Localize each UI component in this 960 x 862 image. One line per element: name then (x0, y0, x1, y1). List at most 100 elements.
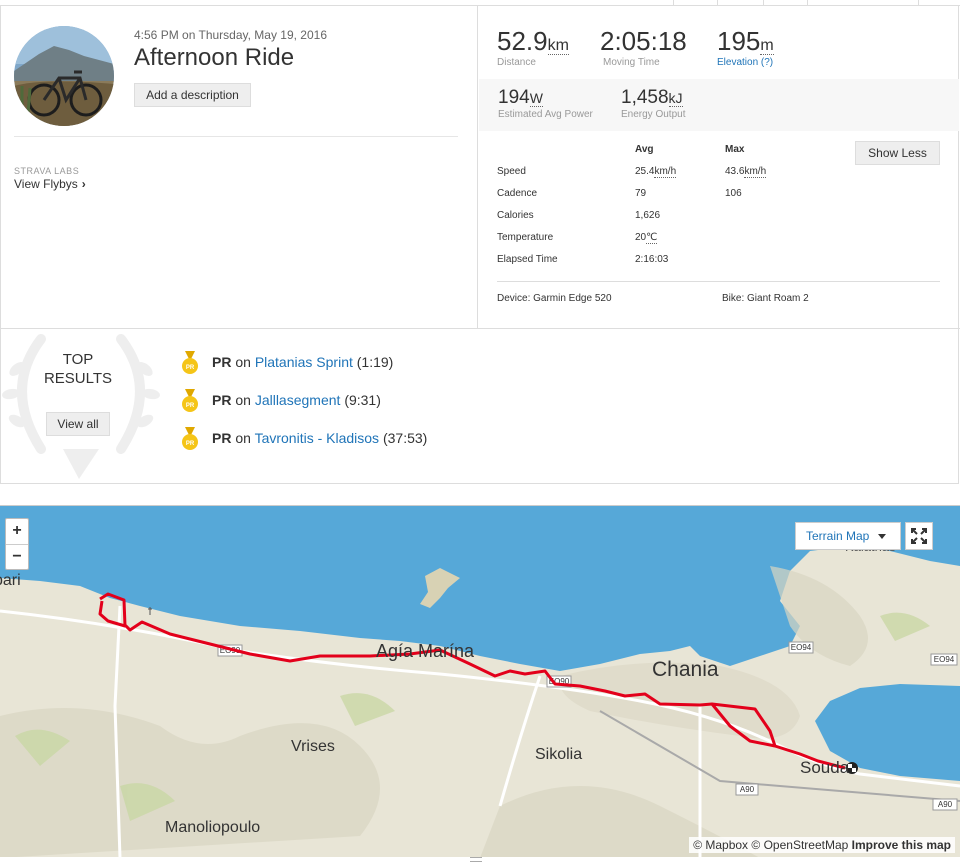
expand-icon (911, 528, 927, 544)
top-results-line2: RESULTS (43, 370, 113, 387)
pr-medal-icon: PR (182, 427, 198, 450)
fullscreen-button[interactable] (905, 522, 933, 550)
pr-badge: PR (212, 354, 232, 370)
road-badge: A90 (740, 785, 755, 794)
max-header: Max (725, 144, 745, 155)
segment-link[interactable]: Jalllasegment (255, 392, 341, 408)
pr-on: on (235, 354, 251, 370)
map-label: Chania (652, 658, 719, 681)
map-label: Manoliopoulo (165, 819, 261, 836)
elevation-value: 195 (717, 26, 761, 56)
activity-date: 4:56 PM on Thursday, May 19, 2016 (134, 28, 328, 42)
table-row: Cadence 79 106 (497, 188, 937, 202)
pr-badge: PR (212, 392, 232, 408)
device-info: Device: Garmin Edge 520 (497, 293, 612, 304)
road-badge: EO94 (791, 643, 812, 652)
route-map[interactable]: EO90 EO90 EO94 EO94 A90 A90 bari Agía Ma… (0, 505, 960, 857)
segment-link[interactable]: Platanias Sprint (255, 354, 353, 370)
stat-energy: 1,458kJ Energy Output (621, 87, 685, 120)
terrain-map-canvas: EO90 EO90 EO94 EO94 A90 A90 (0, 506, 960, 857)
svg-text:PR: PR (186, 441, 195, 447)
zoom-control: + − (5, 518, 29, 570)
stat-distance: 52.9km Distance (497, 26, 569, 68)
pr-badge: PR (212, 430, 232, 446)
stat-elevation: 195m Elevation (?) (717, 26, 774, 68)
bike-info: Bike: Giant Roam 2 (722, 293, 809, 304)
row-name: Calories (497, 210, 534, 221)
row-avg: 20 (635, 232, 647, 243)
row-avg-unit: km/h (654, 166, 677, 178)
view-flybys-label: View Flybys (14, 177, 78, 191)
row-max: 106 (725, 188, 742, 199)
avg-header: Avg (635, 144, 654, 155)
bike-photo-icon (14, 26, 114, 126)
pr-time: (37:53) (382, 430, 428, 446)
energy-value: 1,458 (621, 87, 669, 108)
row-avg: 1,626 (635, 210, 661, 221)
add-description-button[interactable]: Add a description (134, 83, 251, 107)
svg-text:PR: PR (186, 365, 195, 371)
map-type-dropdown[interactable]: Terrain Map (795, 522, 901, 550)
top-results-heading: TOP RESULTS (23, 350, 133, 388)
map-label: bari (0, 572, 21, 589)
map-label: Souda (800, 758, 850, 777)
pr-on: on (235, 430, 251, 446)
activity-card: 4:56 PM on Thursday, May 19, 2016 Aftern… (0, 6, 960, 484)
power-unit: W (529, 90, 543, 107)
map-attribution: © Mapbox © OpenStreetMap Improve this ma… (689, 837, 955, 853)
zoom-in-button[interactable]: + (6, 519, 28, 544)
chevron-right-icon: › (81, 177, 86, 191)
elevation-unit: m (760, 37, 774, 55)
moving-time-value: 2:05:18 (600, 26, 687, 56)
power-value: 194 (498, 87, 530, 108)
stat-power: 194W Estimated Avg Power (498, 87, 593, 120)
distance-label: Distance (497, 57, 536, 68)
map-resize-handle[interactable] (470, 857, 482, 862)
zoom-out-button[interactable]: − (6, 544, 28, 569)
table-header: Avg Max (497, 144, 937, 158)
divider (497, 281, 940, 282)
top-results-line1: TOP (62, 351, 94, 368)
distance-unit: km (547, 37, 569, 55)
row-avg: 2:16:03 (635, 254, 669, 265)
pr-time: (9:31) (344, 392, 381, 408)
activity-stats: 52.9km Distance 2:05:18 Moving Time 195m… (479, 6, 959, 328)
mapbox-credit-link[interactable]: © Mapbox (693, 838, 748, 852)
pr-medal-icon: PR (182, 351, 198, 374)
moving-time-label: Moving Time (603, 57, 660, 68)
table-row: Temperature 20℃ (497, 232, 937, 246)
pr-on: on (235, 392, 251, 408)
segment-link[interactable]: Tavronitis - Kladisos (255, 430, 380, 446)
pr-time: (1:19) (356, 354, 394, 370)
svg-text:PR: PR (186, 403, 195, 409)
road-badge: A90 (938, 800, 953, 809)
row-max: 43.6 (725, 166, 745, 177)
athlete-avatar[interactable] (14, 26, 114, 126)
improve-map-link[interactable]: Improve this map (852, 838, 951, 852)
view-flybys-link[interactable]: View Flybys › (14, 177, 86, 191)
elevation-help-link[interactable]: Elevation (?) (717, 57, 774, 68)
map-label: Vrises (291, 738, 335, 755)
energy-label: Energy Output (621, 109, 686, 120)
view-all-button[interactable]: View all (46, 412, 110, 436)
row-max-unit: km/h (744, 166, 767, 178)
divider (14, 136, 458, 137)
energy-unit: kJ (668, 90, 683, 107)
map-label: Agía Marína (376, 641, 475, 661)
stat-moving-time: 2:05:18 Moving Time (600, 26, 687, 68)
osm-credit-link[interactable]: © OpenStreetMap (751, 838, 848, 852)
activity-summary: 4:56 PM on Thursday, May 19, 2016 Aftern… (1, 6, 478, 328)
caret-down-icon (878, 534, 886, 539)
row-avg: 79 (635, 188, 647, 199)
power-label: Estimated Avg Power (498, 109, 593, 120)
row-name: Speed (497, 166, 526, 177)
top-results-section: TOP RESULTS View all PR PR on Platanias … (1, 328, 960, 484)
table-row: Elapsed Time 2:16:03 (497, 254, 937, 268)
row-name: Cadence (497, 188, 538, 199)
road-badge: EO94 (934, 655, 955, 664)
strava-labs-label: STRAVA LABS (14, 166, 80, 176)
distance-value: 52.9 (497, 26, 548, 56)
row-name: Temperature (497, 232, 554, 243)
map-label: Sikolia (535, 746, 583, 763)
pr-medal-icon: PR (182, 389, 198, 412)
